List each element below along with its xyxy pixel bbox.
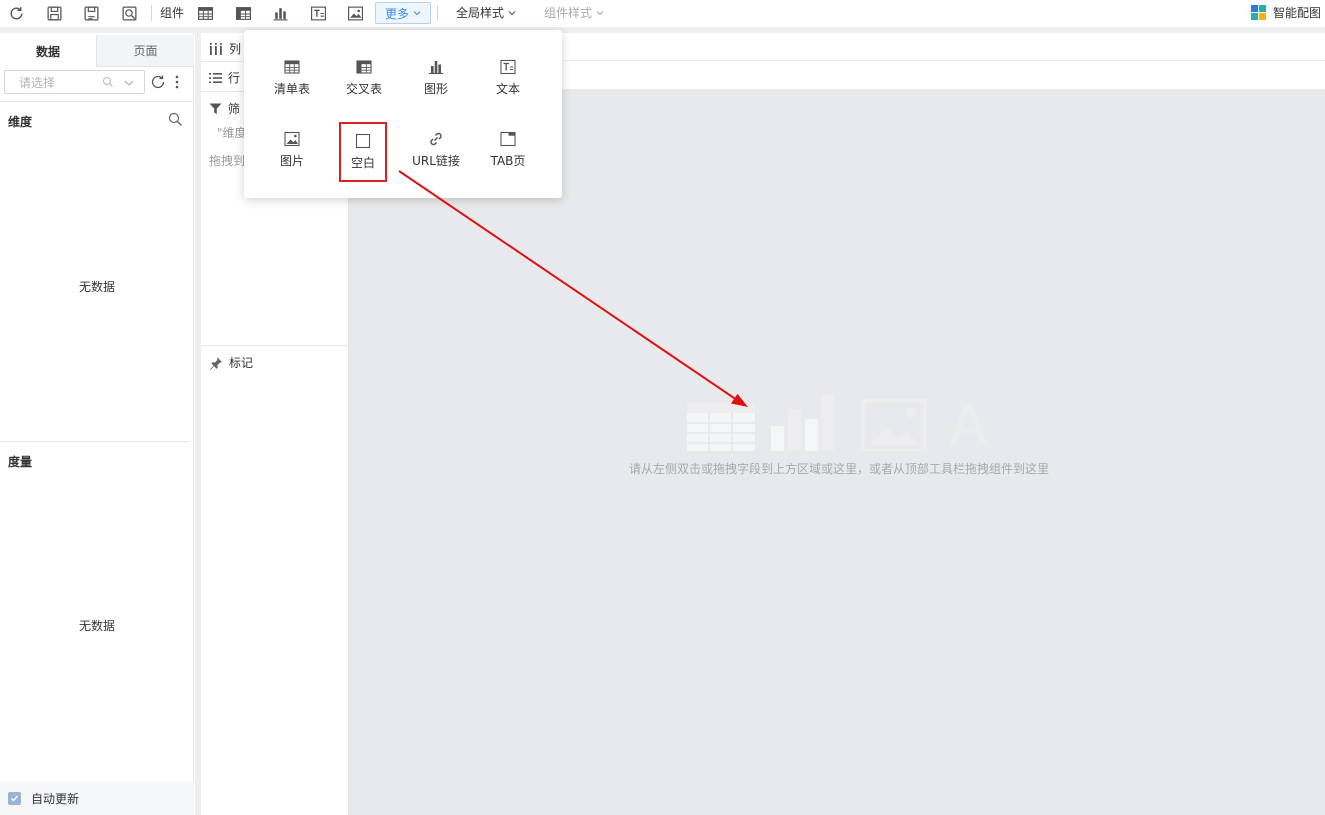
divider (0, 101, 194, 102)
measure-title: 度量 (8, 455, 33, 469)
image-icon[interactable] (346, 4, 364, 22)
more-button[interactable]: 更多 (375, 2, 431, 24)
search-icon[interactable] (168, 112, 183, 127)
menu-item-label: 交叉表 (345, 82, 382, 96)
filter-icon (209, 103, 222, 114)
refresh-icon[interactable] (149, 73, 167, 91)
svg-text:A: A (949, 393, 988, 451)
toolbar-separator (437, 5, 438, 21)
marks-label: 标记 (229, 356, 254, 370)
auto-update-checkbox[interactable] (8, 792, 21, 805)
panel-tabs: 数据 页面 (0, 35, 194, 67)
more-components-menu: 清单表 交叉表 图形 文本 图片 空白 URL链接 TAB页 (244, 30, 562, 198)
refresh-icon[interactable] (7, 4, 25, 22)
list-table-icon[interactable] (196, 4, 214, 22)
data-panel: 数据 页面 请选择 维度 无数据 度量 无数据 自动更新 (0, 33, 194, 815)
auto-update-label: 自动更新 (31, 792, 80, 806)
save-as-icon[interactable] (82, 4, 100, 22)
tab-data[interactable]: 数据 (0, 35, 97, 67)
bar-chart-icon (429, 61, 443, 75)
component-style-label: 组件样式 (544, 6, 593, 20)
auto-update-toggle[interactable]: 自动更新 (0, 782, 194, 815)
menu-item-label: 文本 (495, 82, 520, 96)
menu-item-label: TAB页 (490, 154, 526, 168)
global-style-dropdown[interactable]: 全局样式 (456, 5, 516, 21)
cross-table-icon[interactable] (234, 4, 252, 22)
divider (201, 345, 349, 346)
link-icon (430, 132, 442, 146)
menu-item-label: URL链接 (412, 154, 460, 168)
component-style-dropdown[interactable]: 组件样式 (544, 5, 604, 21)
list-table-icon (284, 60, 300, 74)
canvas-placeholder-illustration: A (687, 393, 988, 451)
chevron-down-icon (596, 11, 604, 16)
chevron-down-icon (508, 11, 516, 16)
dataset-select[interactable]: 请选择 (4, 70, 145, 94)
menu-item-label: 图形 (423, 82, 448, 96)
preview-icon[interactable] (120, 4, 138, 22)
divider (0, 441, 190, 442)
filter-shelf[interactable]: 筛 (209, 100, 240, 117)
marks-shelf[interactable]: 标记 (209, 354, 253, 371)
smart-layout-label: 智能配图 (1272, 6, 1321, 20)
tab-page[interactable]: 页面 (97, 35, 194, 67)
columns-label: 列 (229, 42, 242, 56)
menu-item-blank[interactable]: 空白 (339, 122, 387, 182)
bar-chart-icon[interactable] (271, 4, 289, 22)
columns-icon (210, 42, 222, 55)
filter-label: 筛 (228, 102, 241, 116)
menu-item-label: 图片 (279, 154, 304, 168)
menu-item-chart[interactable]: 图形 (406, 52, 466, 104)
menu-item-url-link[interactable]: URL链接 (406, 124, 466, 176)
canvas-hint: 请从左侧双击或拖拽字段到上方区域或这里，或者从顶部工具栏拖拽组件到这里 (628, 462, 1049, 476)
dataset-select-placeholder: 请选择 (19, 75, 56, 90)
tab-icon (500, 131, 516, 147)
text-icon[interactable] (309, 4, 327, 22)
menu-item-cross-table[interactable]: 交叉表 (334, 52, 394, 104)
save-icon[interactable] (45, 4, 63, 22)
toolbar-separator (151, 5, 152, 21)
image-icon (284, 131, 300, 147)
search-icon (102, 76, 113, 87)
measure-empty: 无数据 (78, 619, 115, 633)
menu-item-text[interactable]: 文本 (478, 52, 538, 104)
dimension-empty: 无数据 (78, 280, 115, 294)
menu-item-label: 空白 (350, 156, 375, 170)
blank-icon (355, 133, 371, 149)
pin-icon (210, 356, 222, 370)
menu-item-tab-page[interactable]: TAB页 (478, 124, 538, 176)
text-icon (500, 59, 516, 75)
toolbar: 组件 更多 全局样式 组件样式 智能配图 (0, 0, 1325, 26)
dimension-title: 维度 (8, 115, 33, 129)
more-label: 更多 (384, 6, 409, 21)
dataset-selector-row: 请选择 (4, 70, 190, 94)
menu-item-list-table[interactable]: 清单表 (262, 52, 322, 104)
columns-shelf[interactable]: 列 (209, 40, 241, 57)
components-label: 组件 (160, 6, 185, 20)
menu-item-image[interactable]: 图片 (262, 124, 322, 176)
chevron-down-icon (124, 80, 134, 86)
filter-hint: "维度 (217, 126, 247, 140)
rows-icon (209, 72, 222, 83)
more-options-icon[interactable] (171, 73, 183, 91)
menu-item-label: 清单表 (273, 82, 310, 96)
cross-table-icon (356, 60, 372, 74)
rows-label: 行 (228, 71, 241, 85)
smart-layout-button[interactable]: 智能配图 (1250, 4, 1321, 21)
smart-layout-icon (1250, 4, 1266, 20)
drag-hint: 拖拽到 (209, 154, 246, 168)
chevron-down-icon (413, 11, 421, 16)
rows-shelf[interactable]: 行 (209, 69, 240, 86)
global-style-label: 全局样式 (456, 6, 505, 20)
